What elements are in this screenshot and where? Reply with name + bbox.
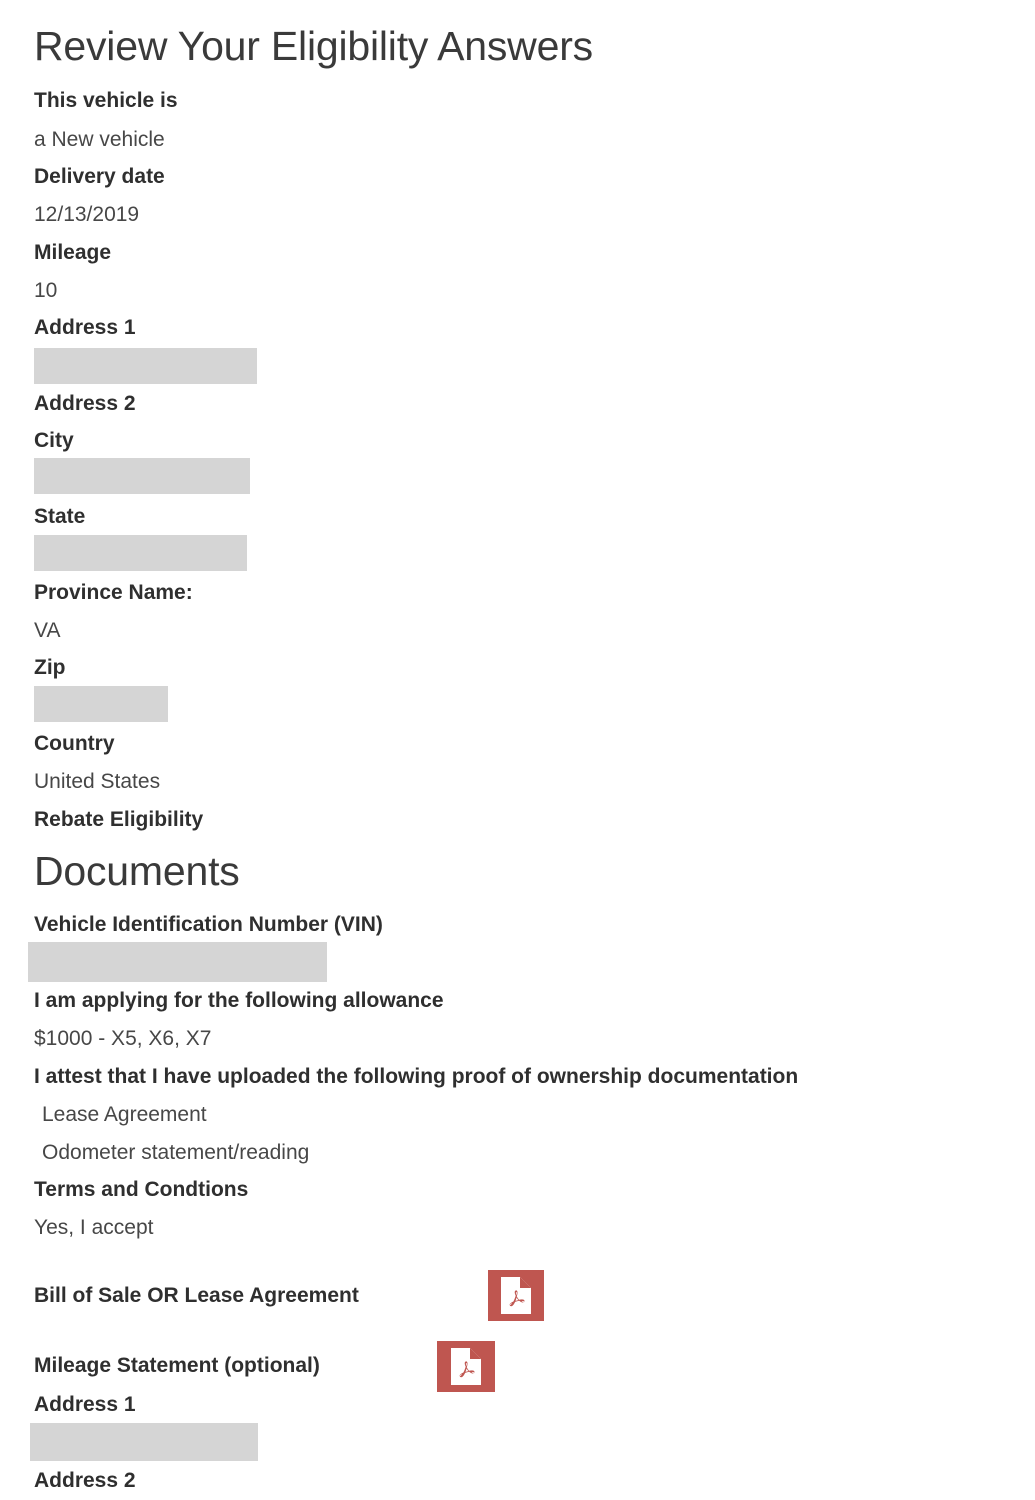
page-title: Review Your Eligibility Answers: [34, 23, 593, 69]
field-label-state: State: [34, 505, 86, 528]
field-label-vin: Vehicle Identification Number (VIN): [34, 913, 383, 936]
attestation-item-odometer-statement: Odometer statement/reading: [42, 1141, 310, 1164]
field-label-allowance: I am applying for the following allowanc…: [34, 989, 444, 1012]
field-label-zip: Zip: [34, 656, 66, 679]
field-label-city: City: [34, 429, 74, 452]
field-value-province-name: VA: [34, 619, 61, 642]
pdf-file-icon: [488, 1270, 544, 1321]
redacted-value-state: [34, 535, 247, 571]
pdf-file-icon-mileage-statement[interactable]: [437, 1341, 495, 1392]
field-value-terms-and-conditions: Yes, I accept: [34, 1216, 154, 1239]
field-label-rebate-eligibility: Rebate Eligibility: [34, 808, 204, 831]
redacted-value-address-1-repeat: [30, 1423, 258, 1461]
section-heading-documents: Documents: [34, 848, 240, 894]
field-label-province-name: Province Name:: [34, 581, 193, 604]
redacted-value-zip: [34, 686, 168, 722]
attestation-item-lease-agreement: Lease Agreement: [42, 1103, 207, 1126]
field-label-address-2: Address 2: [34, 392, 136, 415]
eligibility-review-page: Review Your Eligibility Answers This veh…: [0, 0, 1035, 1500]
upload-label-bill-of-sale: Bill of Sale OR Lease Agreement: [34, 1284, 359, 1307]
upload-label-mileage-statement: Mileage Statement (optional): [34, 1354, 320, 1377]
field-value-this-vehicle-is: a New vehicle: [34, 128, 165, 151]
pdf-file-icon-bill-of-sale[interactable]: [488, 1270, 544, 1321]
field-label-address-1-repeat: Address 1: [34, 1393, 136, 1416]
redacted-value-city: [34, 458, 250, 494]
field-label-this-vehicle-is: This vehicle is: [34, 89, 178, 112]
field-value-delivery-date: 12/13/2019: [34, 203, 140, 226]
field-label-delivery-date: Delivery date: [34, 165, 165, 188]
field-label-attestation: I attest that I have uploaded the follow…: [34, 1065, 799, 1088]
field-label-terms-and-conditions: Terms and Condtions: [34, 1178, 249, 1201]
pdf-file-icon: [437, 1341, 495, 1392]
field-value-country: United States: [34, 770, 161, 793]
redacted-value-address-1: [34, 348, 257, 384]
field-value-mileage: 10: [34, 279, 58, 302]
field-label-address-1: Address 1: [34, 316, 136, 339]
field-value-allowance: $1000 - X5, X6, X7: [34, 1027, 212, 1050]
field-label-address-2-repeat: Address 2: [34, 1469, 136, 1492]
field-label-country: Country: [34, 732, 115, 755]
field-label-mileage: Mileage: [34, 241, 112, 264]
redacted-value-vin: [28, 942, 327, 982]
